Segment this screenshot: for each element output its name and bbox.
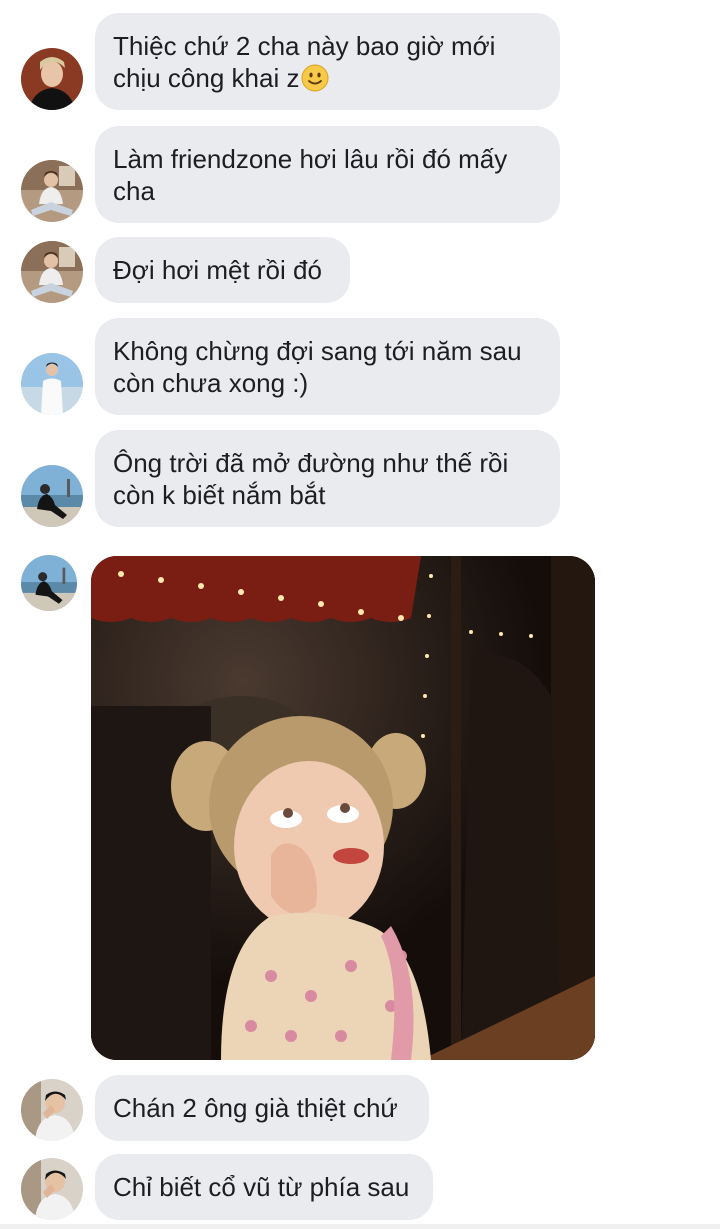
message-text-line: Ông trời đã mở đường như thế rồi [113,448,509,478]
message-text-line: Thiệc chứ 2 cha này bao giờ mới [113,31,496,61]
avatar-seaside-black[interactable] [21,555,77,611]
message-bubble-5[interactable]: Ông trời đã mở đường như thế rồi còn k b… [95,430,560,527]
message-bubble-2[interactable]: Làm friendzone hơi lâu rồi đó mấy cha [95,126,560,223]
message-bubble-1[interactable]: Thiệc chứ 2 cha này bao giờ mới chịu côn… [95,13,560,110]
message-text-line: còn k biết nắm bắt [113,480,326,510]
avatar-sitting-white[interactable] [21,241,83,303]
message-bubble-8[interactable]: Chỉ biết cổ vũ từ phía sau [95,1154,433,1220]
avatar-sitting-white[interactable] [21,160,83,222]
avatar-dark-hoodie[interactable] [21,48,83,110]
message-text-line: cha [113,176,155,206]
message-text-line: Chán 2 ông già thiệt chứ [113,1093,398,1123]
message-text-line: còn chưa xong :) [113,368,309,398]
message-text-line: Chỉ biết cổ vũ từ phía sau [113,1172,410,1202]
photo-girl-rolling-eyes[interactable] [91,556,595,1060]
slightly-smiling-face-icon [301,64,329,92]
avatar-boy-hands-face[interactable] [21,1158,83,1220]
message-bubble-7[interactable]: Chán 2 ông già thiệt chứ [95,1075,429,1141]
message-text-line: Không chừng đợi sang tới năm sau [113,336,522,366]
message-text-line: Đợi hơi mệt rồi đó [113,255,322,285]
message-text-line: chịu công khai z [113,63,300,93]
message-bubble-3[interactable]: Đợi hơi mệt rồi đó [95,237,350,303]
message-bubble-4[interactable]: Không chừng đợi sang tới năm sau còn chư… [95,318,560,415]
avatar-seaside-black[interactable] [21,465,83,527]
message-text-line: Làm friendzone hơi lâu rồi đó mấy [113,144,508,174]
avatar-white-shirt-beach[interactable] [21,353,83,415]
avatar-boy-hands-face[interactable] [21,1079,83,1141]
divider [0,1224,720,1229]
